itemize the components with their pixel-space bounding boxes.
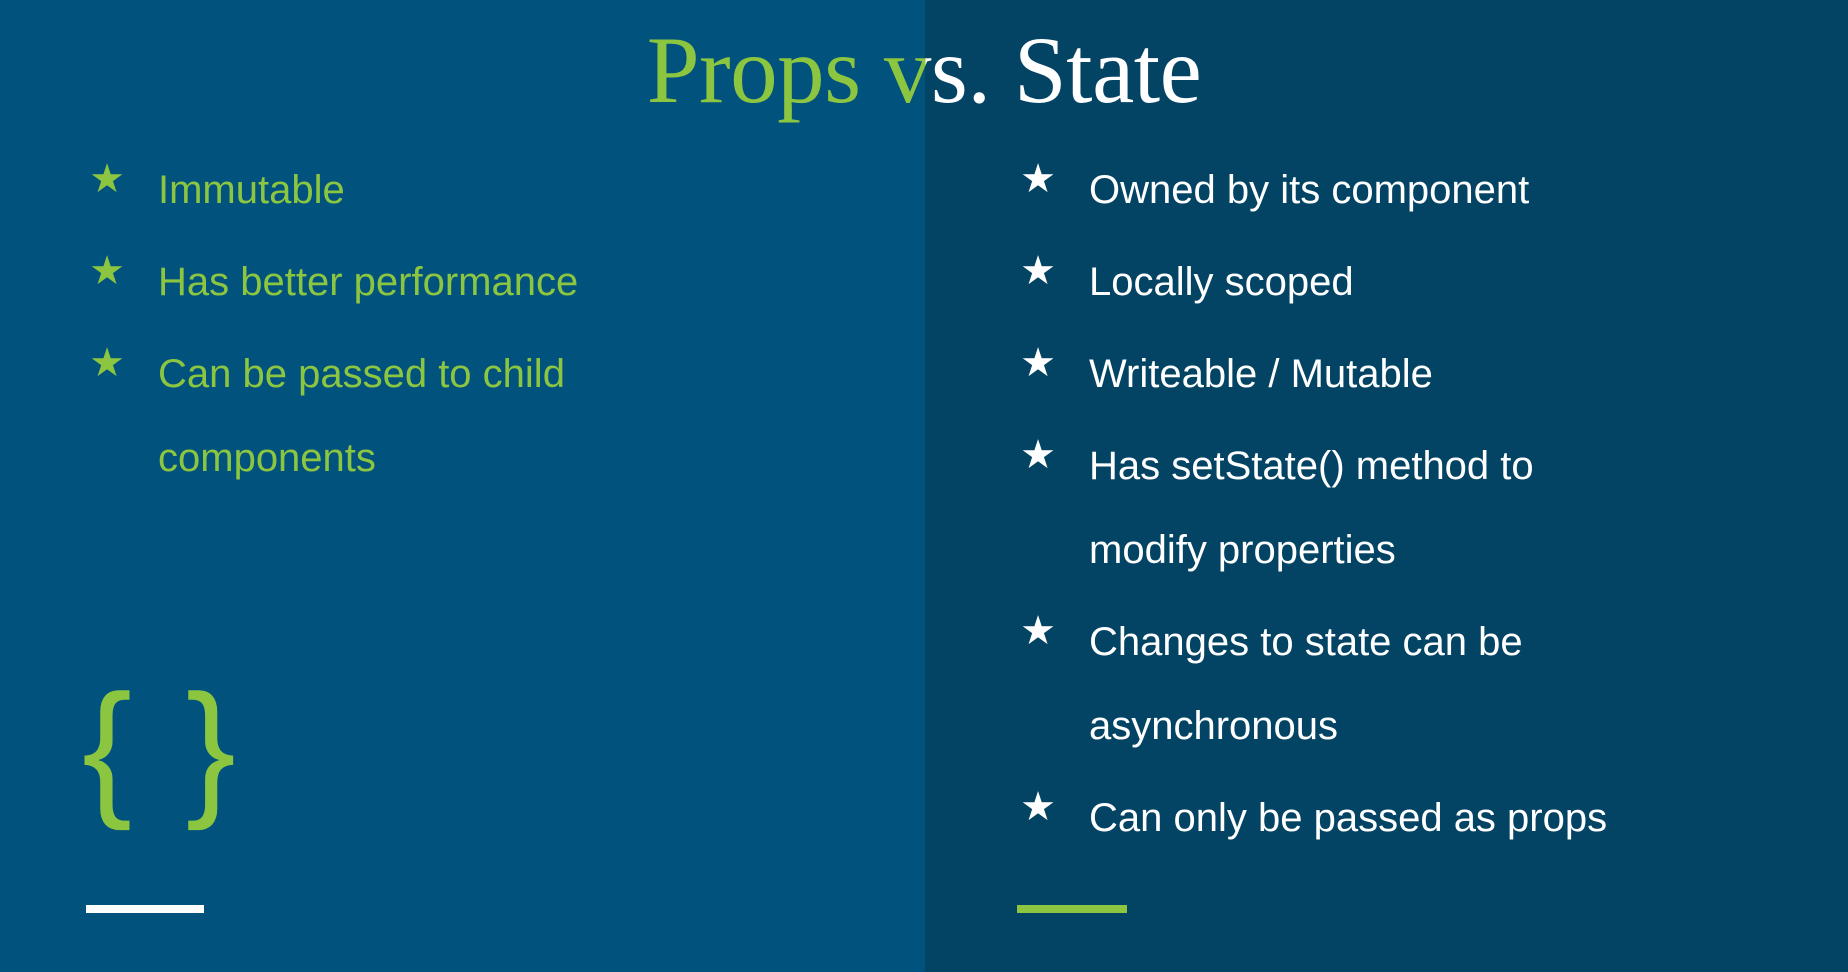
star-icon: ★ xyxy=(1020,785,1056,829)
list-item: ★ Writeable / Mutable xyxy=(1017,332,1777,416)
star-icon: ★ xyxy=(1020,249,1056,293)
list-item-label: Has setState() method to modify properti… xyxy=(1089,444,1534,572)
star-icon: ★ xyxy=(1020,341,1056,385)
list-item: ★ Owned by its component xyxy=(1017,148,1777,232)
list-item: ★ Can be passed to child components xyxy=(86,332,786,500)
left-accent-bar xyxy=(86,905,204,913)
list-item-label: Changes to state can be asynchronous xyxy=(1089,620,1523,748)
list-item-label: Can be passed to child components xyxy=(158,352,565,480)
star-icon: ★ xyxy=(89,341,125,385)
list-item-label: Has better performance xyxy=(158,260,579,304)
star-icon: ★ xyxy=(1020,157,1056,201)
list-item: ★ Has better performance xyxy=(86,240,786,324)
right-accent-bar xyxy=(1017,905,1127,913)
list-item-label: Owned by its component xyxy=(1089,168,1530,212)
right-panel-bullet-list: ★ Owned by its component ★ Locally scope… xyxy=(1017,148,1777,868)
star-icon: ★ xyxy=(1020,433,1056,477)
list-item-label: Immutable xyxy=(158,168,345,212)
curly-braces-icon: { } xyxy=(82,663,242,831)
list-item-label: Writeable / Mutable xyxy=(1089,352,1433,396)
slide-props-vs-state: Props vs. State ★ Immutable ★ Has better… xyxy=(0,0,1848,972)
star-icon: ★ xyxy=(1020,609,1056,653)
left-panel-bullet-list: ★ Immutable ★ Has better performance ★ C… xyxy=(86,148,786,508)
list-item-label: Can only be passed as props xyxy=(1089,796,1608,840)
list-item: ★ Immutable xyxy=(86,148,786,232)
star-icon: ★ xyxy=(89,157,125,201)
list-item: ★ Locally scoped xyxy=(1017,240,1777,324)
list-item: ★ Changes to state can be asynchronous xyxy=(1017,600,1777,768)
list-item: ★ Can only be passed as props xyxy=(1017,776,1777,860)
star-icon: ★ xyxy=(89,249,125,293)
list-item-label: Locally scoped xyxy=(1089,260,1354,304)
list-item: ★ Has setState() method to modify proper… xyxy=(1017,424,1777,592)
